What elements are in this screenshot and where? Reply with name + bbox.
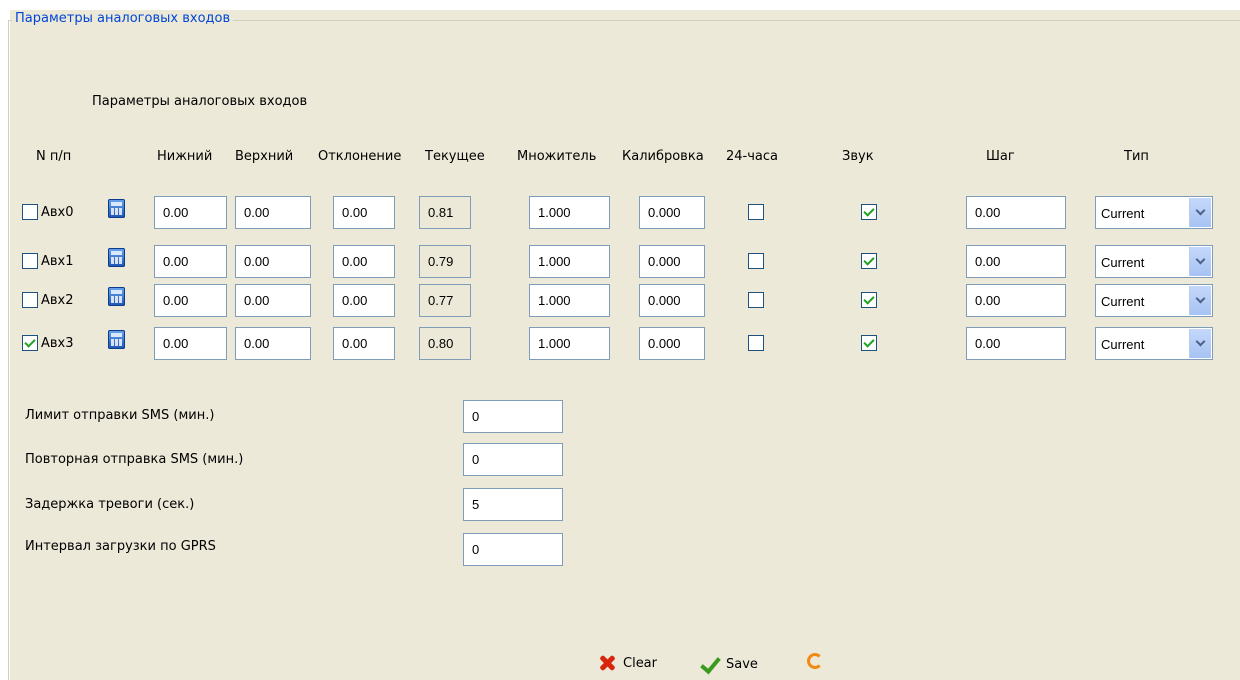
upper-input[interactable]: 0.00 bbox=[235, 245, 311, 278]
type-select[interactable]: Current bbox=[1095, 196, 1213, 229]
row-enable[interactable]: Авх2 bbox=[22, 292, 74, 308]
row-enable[interactable]: Авх3 bbox=[22, 335, 74, 351]
alarm-delay-input[interactable]: 5 bbox=[463, 488, 563, 521]
step-input[interactable]: 0.00 bbox=[966, 196, 1066, 229]
calibration-input[interactable]: 0.000 bbox=[639, 196, 705, 229]
sound-checkbox[interactable] bbox=[861, 335, 877, 351]
row-enable-checkbox[interactable] bbox=[22, 204, 38, 220]
current-value: 0.80 bbox=[419, 327, 471, 360]
group-legend: Параметры аналоговых входов bbox=[12, 11, 234, 26]
gprs-interval-label: Интервал загрузки по GPRS bbox=[25, 539, 216, 554]
type-select-value: Current bbox=[1101, 294, 1145, 309]
sound-checkbox[interactable] bbox=[861, 292, 877, 308]
calculator-icon[interactable] bbox=[108, 287, 125, 306]
calculator-icon[interactable] bbox=[108, 330, 125, 349]
header-calibration: Калибровка bbox=[622, 149, 704, 164]
lower-input[interactable]: 0.00 bbox=[154, 327, 227, 360]
chevron-down-icon[interactable] bbox=[1189, 247, 1211, 276]
clear-button-label: Clear bbox=[623, 655, 657, 671]
multiplier-input[interactable]: 1.000 bbox=[529, 284, 610, 317]
header-num: N п/п bbox=[36, 149, 72, 164]
upper-input[interactable]: 0.00 bbox=[235, 327, 311, 360]
multiplier-input[interactable]: 1.000 bbox=[529, 327, 610, 360]
calibration-input[interactable]: 0.000 bbox=[639, 327, 705, 360]
header-upper: Верхний bbox=[235, 149, 294, 164]
green-check-icon bbox=[698, 654, 720, 674]
sms-limit-label: Лимит отправки SMS (мин.) bbox=[25, 408, 215, 423]
header-type: Тип bbox=[1124, 149, 1149, 164]
step-input[interactable]: 0.00 bbox=[966, 245, 1066, 278]
header-multiplier: Множитель bbox=[517, 149, 597, 164]
gprs-interval-input[interactable]: 0 bbox=[463, 533, 563, 566]
lower-input[interactable]: 0.00 bbox=[154, 245, 227, 278]
header-deviation: Отклонение bbox=[318, 149, 402, 164]
deviation-input[interactable]: 0.00 bbox=[333, 245, 395, 278]
row-name: Авх0 bbox=[41, 204, 74, 220]
row-name: Авх3 bbox=[41, 335, 74, 351]
calibration-input[interactable]: 0.000 bbox=[639, 284, 705, 317]
chevron-down-icon[interactable] bbox=[1189, 329, 1211, 358]
current-value: 0.81 bbox=[419, 196, 471, 229]
deviation-input[interactable]: 0.00 bbox=[333, 327, 395, 360]
type-select[interactable]: Current bbox=[1095, 327, 1213, 360]
calculator-icon[interactable] bbox=[108, 199, 125, 218]
refresh-icon[interactable] bbox=[807, 653, 823, 669]
type-select-value: Current bbox=[1101, 206, 1145, 221]
red-x-icon bbox=[597, 654, 617, 672]
group-border-left bbox=[8, 20, 9, 680]
header-sound: Звук bbox=[842, 149, 874, 164]
deviation-input[interactable]: 0.00 bbox=[333, 284, 395, 317]
save-button-label: Save bbox=[726, 656, 758, 672]
lower-input[interactable]: 0.00 bbox=[154, 284, 227, 317]
type-select[interactable]: Current bbox=[1095, 284, 1213, 317]
row-enable-checkbox[interactable] bbox=[22, 335, 38, 351]
h24-checkbox[interactable] bbox=[748, 204, 764, 220]
chevron-down-icon[interactable] bbox=[1189, 286, 1211, 315]
calculator-icon[interactable] bbox=[108, 248, 125, 267]
type-select[interactable]: Current bbox=[1095, 245, 1213, 278]
h24-checkbox[interactable] bbox=[748, 292, 764, 308]
h24-checkbox[interactable] bbox=[748, 335, 764, 351]
save-button[interactable]: Save bbox=[698, 654, 758, 674]
sound-checkbox[interactable] bbox=[861, 204, 877, 220]
calibration-input[interactable]: 0.000 bbox=[639, 245, 705, 278]
header-current: Текущее bbox=[425, 149, 485, 164]
chevron-down-icon[interactable] bbox=[1189, 198, 1211, 227]
header-lower: Нижний bbox=[157, 149, 213, 164]
upper-input[interactable]: 0.00 bbox=[235, 196, 311, 229]
row-enable-checkbox[interactable] bbox=[22, 292, 38, 308]
multiplier-input[interactable]: 1.000 bbox=[529, 196, 610, 229]
deviation-input[interactable]: 0.00 bbox=[333, 196, 395, 229]
lower-input[interactable]: 0.00 bbox=[154, 196, 227, 229]
sms-repeat-label: Повторная отправка SMS (мин.) bbox=[25, 452, 244, 467]
clear-button[interactable]: Clear bbox=[597, 654, 657, 672]
alarm-delay-label: Задержка тревоги (сек.) bbox=[25, 497, 195, 512]
h24-checkbox[interactable] bbox=[748, 253, 764, 269]
row-enable[interactable]: Авх0 bbox=[22, 204, 74, 220]
step-input[interactable]: 0.00 bbox=[966, 284, 1066, 317]
current-value: 0.79 bbox=[419, 245, 471, 278]
row-enable-checkbox[interactable] bbox=[22, 253, 38, 269]
row-enable[interactable]: Авх1 bbox=[22, 253, 74, 269]
row-name: Авх1 bbox=[41, 253, 74, 269]
step-input[interactable]: 0.00 bbox=[966, 327, 1066, 360]
upper-input[interactable]: 0.00 bbox=[235, 284, 311, 317]
sound-checkbox[interactable] bbox=[861, 253, 877, 269]
multiplier-input[interactable]: 1.000 bbox=[529, 245, 610, 278]
current-value: 0.77 bbox=[419, 284, 471, 317]
type-select-value: Current bbox=[1101, 337, 1145, 352]
header-step: Шаг bbox=[986, 149, 1015, 164]
sms-limit-input[interactable]: 0 bbox=[463, 400, 563, 433]
type-select-value: Current bbox=[1101, 255, 1145, 270]
row-name: Авх2 bbox=[41, 292, 74, 308]
sms-repeat-input[interactable]: 0 bbox=[463, 443, 563, 476]
section-title: Параметры аналоговых входов bbox=[92, 94, 308, 109]
header-24h: 24-часа bbox=[726, 149, 778, 164]
